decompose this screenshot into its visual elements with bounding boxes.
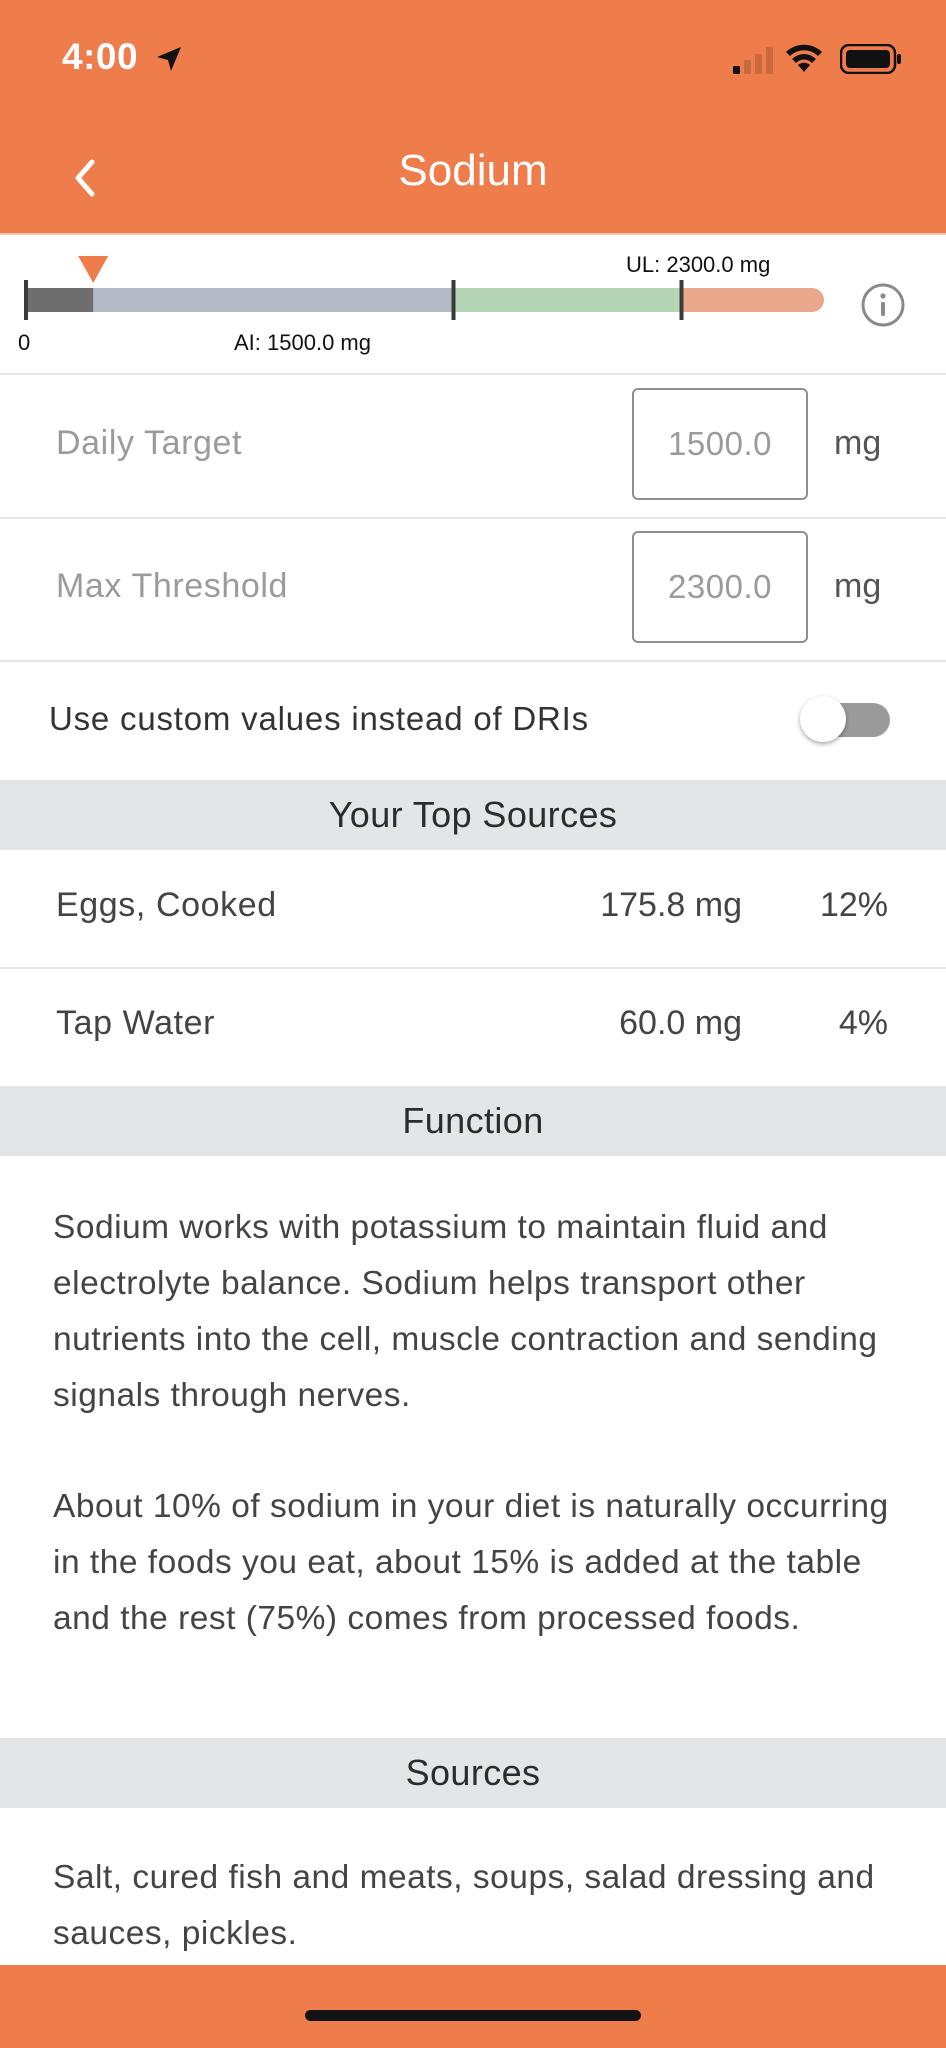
divider: [0, 660, 946, 662]
divider: [0, 517, 946, 519]
daily-target-unit: mg: [834, 424, 882, 462]
top-sources-heading: Your Top Sources: [0, 780, 946, 850]
ai-label: AI: 1500.0 mg: [234, 330, 371, 355]
function-paragraph: Sodium works with potassium to maintain …: [53, 1209, 878, 1414]
divider: [0, 967, 946, 969]
sources-text: Salt, cured fish and meats, soups, salad…: [53, 1859, 875, 1952]
tick-zero: [24, 280, 28, 320]
source-amount: 175.8 mg: [600, 886, 742, 924]
range-consumed: [26, 288, 94, 312]
info-button[interactable]: [860, 282, 906, 328]
ul-label: UL: 2300.0 mg: [626, 252, 771, 277]
max-threshold-unit: mg: [834, 567, 882, 605]
max-threshold-label: Max Threshold: [56, 567, 289, 605]
daily-target-input[interactable]: 1500.0: [632, 388, 808, 500]
current-intake-marker: [78, 256, 109, 283]
zero-label: 0: [18, 330, 31, 355]
range-over-ul-corner: [681, 288, 696, 312]
intake-range-bar: [24, 256, 824, 320]
tick-ul: [679, 280, 684, 320]
divider: [0, 373, 946, 375]
home-indicator[interactable]: [305, 2010, 641, 2021]
range-adequate: [453, 288, 682, 312]
function-heading: Function: [0, 1086, 946, 1156]
source-percent: 12%: [819, 886, 888, 924]
source-percent: 4%: [838, 1004, 888, 1042]
sources-heading: Sources: [0, 1738, 946, 1808]
function-paragraph: About 10% of sodium in your diet is natu…: [53, 1488, 889, 1637]
source-name: Eggs, Cooked: [56, 886, 277, 924]
source-name: Tap Water: [56, 1004, 216, 1042]
bottom-bar: [0, 1965, 946, 2048]
custom-values-label: Use custom values instead of DRIs: [49, 700, 589, 737]
toggle-knob: [800, 696, 846, 742]
daily-target-label: Daily Target: [56, 424, 243, 462]
tick-ai: [451, 280, 456, 320]
source-amount: 60.0 mg: [619, 1004, 742, 1042]
custom-values-toggle[interactable]: [800, 696, 890, 742]
max-threshold-input[interactable]: 2300.0: [632, 531, 808, 643]
range-over-ul: [681, 288, 824, 312]
